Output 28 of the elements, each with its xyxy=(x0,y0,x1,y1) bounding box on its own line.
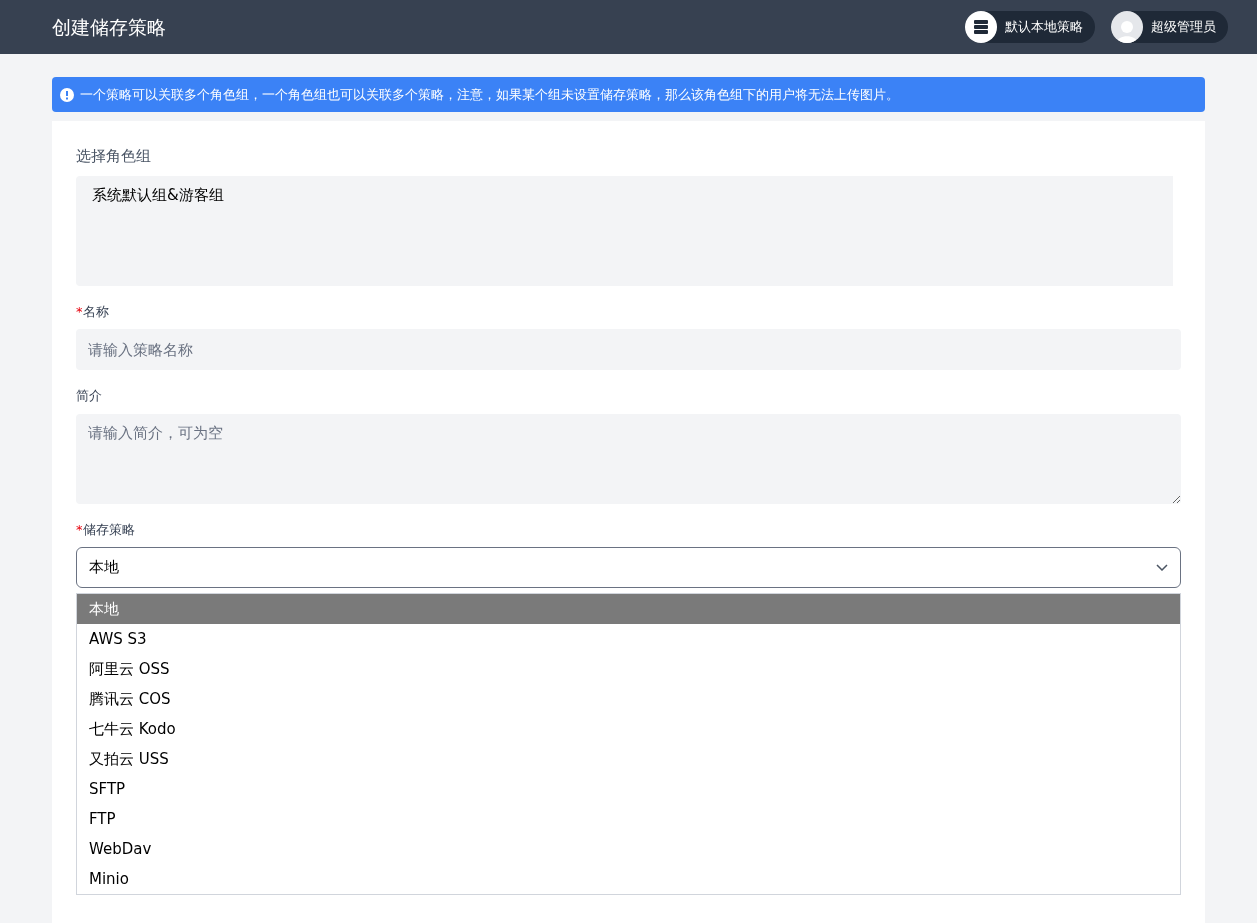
policy-chip[interactable]: 默认本地策略 xyxy=(965,11,1095,43)
user-chip[interactable]: 超级管理员 xyxy=(1111,11,1228,43)
group-option[interactable]: 系统默认组&游客组 xyxy=(92,183,1157,206)
field-label: 简介 xyxy=(76,387,102,405)
field-label: 名称 xyxy=(82,302,109,321)
dropdown-option[interactable]: FTP xyxy=(77,804,1180,834)
dropdown-option[interactable]: 腾讯云 COS xyxy=(77,684,1180,714)
storage-select[interactable]: 本地 xyxy=(76,547,1181,588)
name-field[interactable]: 请输入策略名称 xyxy=(76,329,1181,370)
avatar-icon xyxy=(1111,11,1143,43)
info-icon xyxy=(60,87,74,102)
alert-text: 一个策略可以关联多个角色组，一个角色组也可以关联多个策略，注意，如果某个组未设置储存策略，那么该角色组下的用户将无法上传图片。 xyxy=(80,85,899,104)
intro-field[interactable]: 请输入简介，可为空 xyxy=(76,413,1181,504)
required-mark: * xyxy=(76,520,83,539)
dropdown-option[interactable]: 阿里云 OSS xyxy=(77,654,1180,684)
page-title: 创建储存策略 xyxy=(52,14,166,40)
field-label: 选择角色组 xyxy=(76,146,151,167)
server-icon xyxy=(965,11,997,43)
dropdown-option[interactable]: 又拍云 USS xyxy=(77,744,1180,774)
field-label: 储存策略 xyxy=(82,520,135,539)
dropdown-option[interactable]: Minio xyxy=(77,864,1180,894)
dropdown-option[interactable]: SFTP xyxy=(77,774,1180,804)
dropdown-option[interactable]: WebDav xyxy=(77,834,1180,864)
dropdown-option[interactable]: AWS S3 xyxy=(77,624,1180,654)
required-mark: * xyxy=(76,302,83,321)
chevron-down-icon xyxy=(1156,564,1168,571)
dropdown-option[interactable]: 本地 xyxy=(77,594,1180,624)
dropdown-option[interactable]: 七牛云 Kodo xyxy=(77,714,1180,744)
